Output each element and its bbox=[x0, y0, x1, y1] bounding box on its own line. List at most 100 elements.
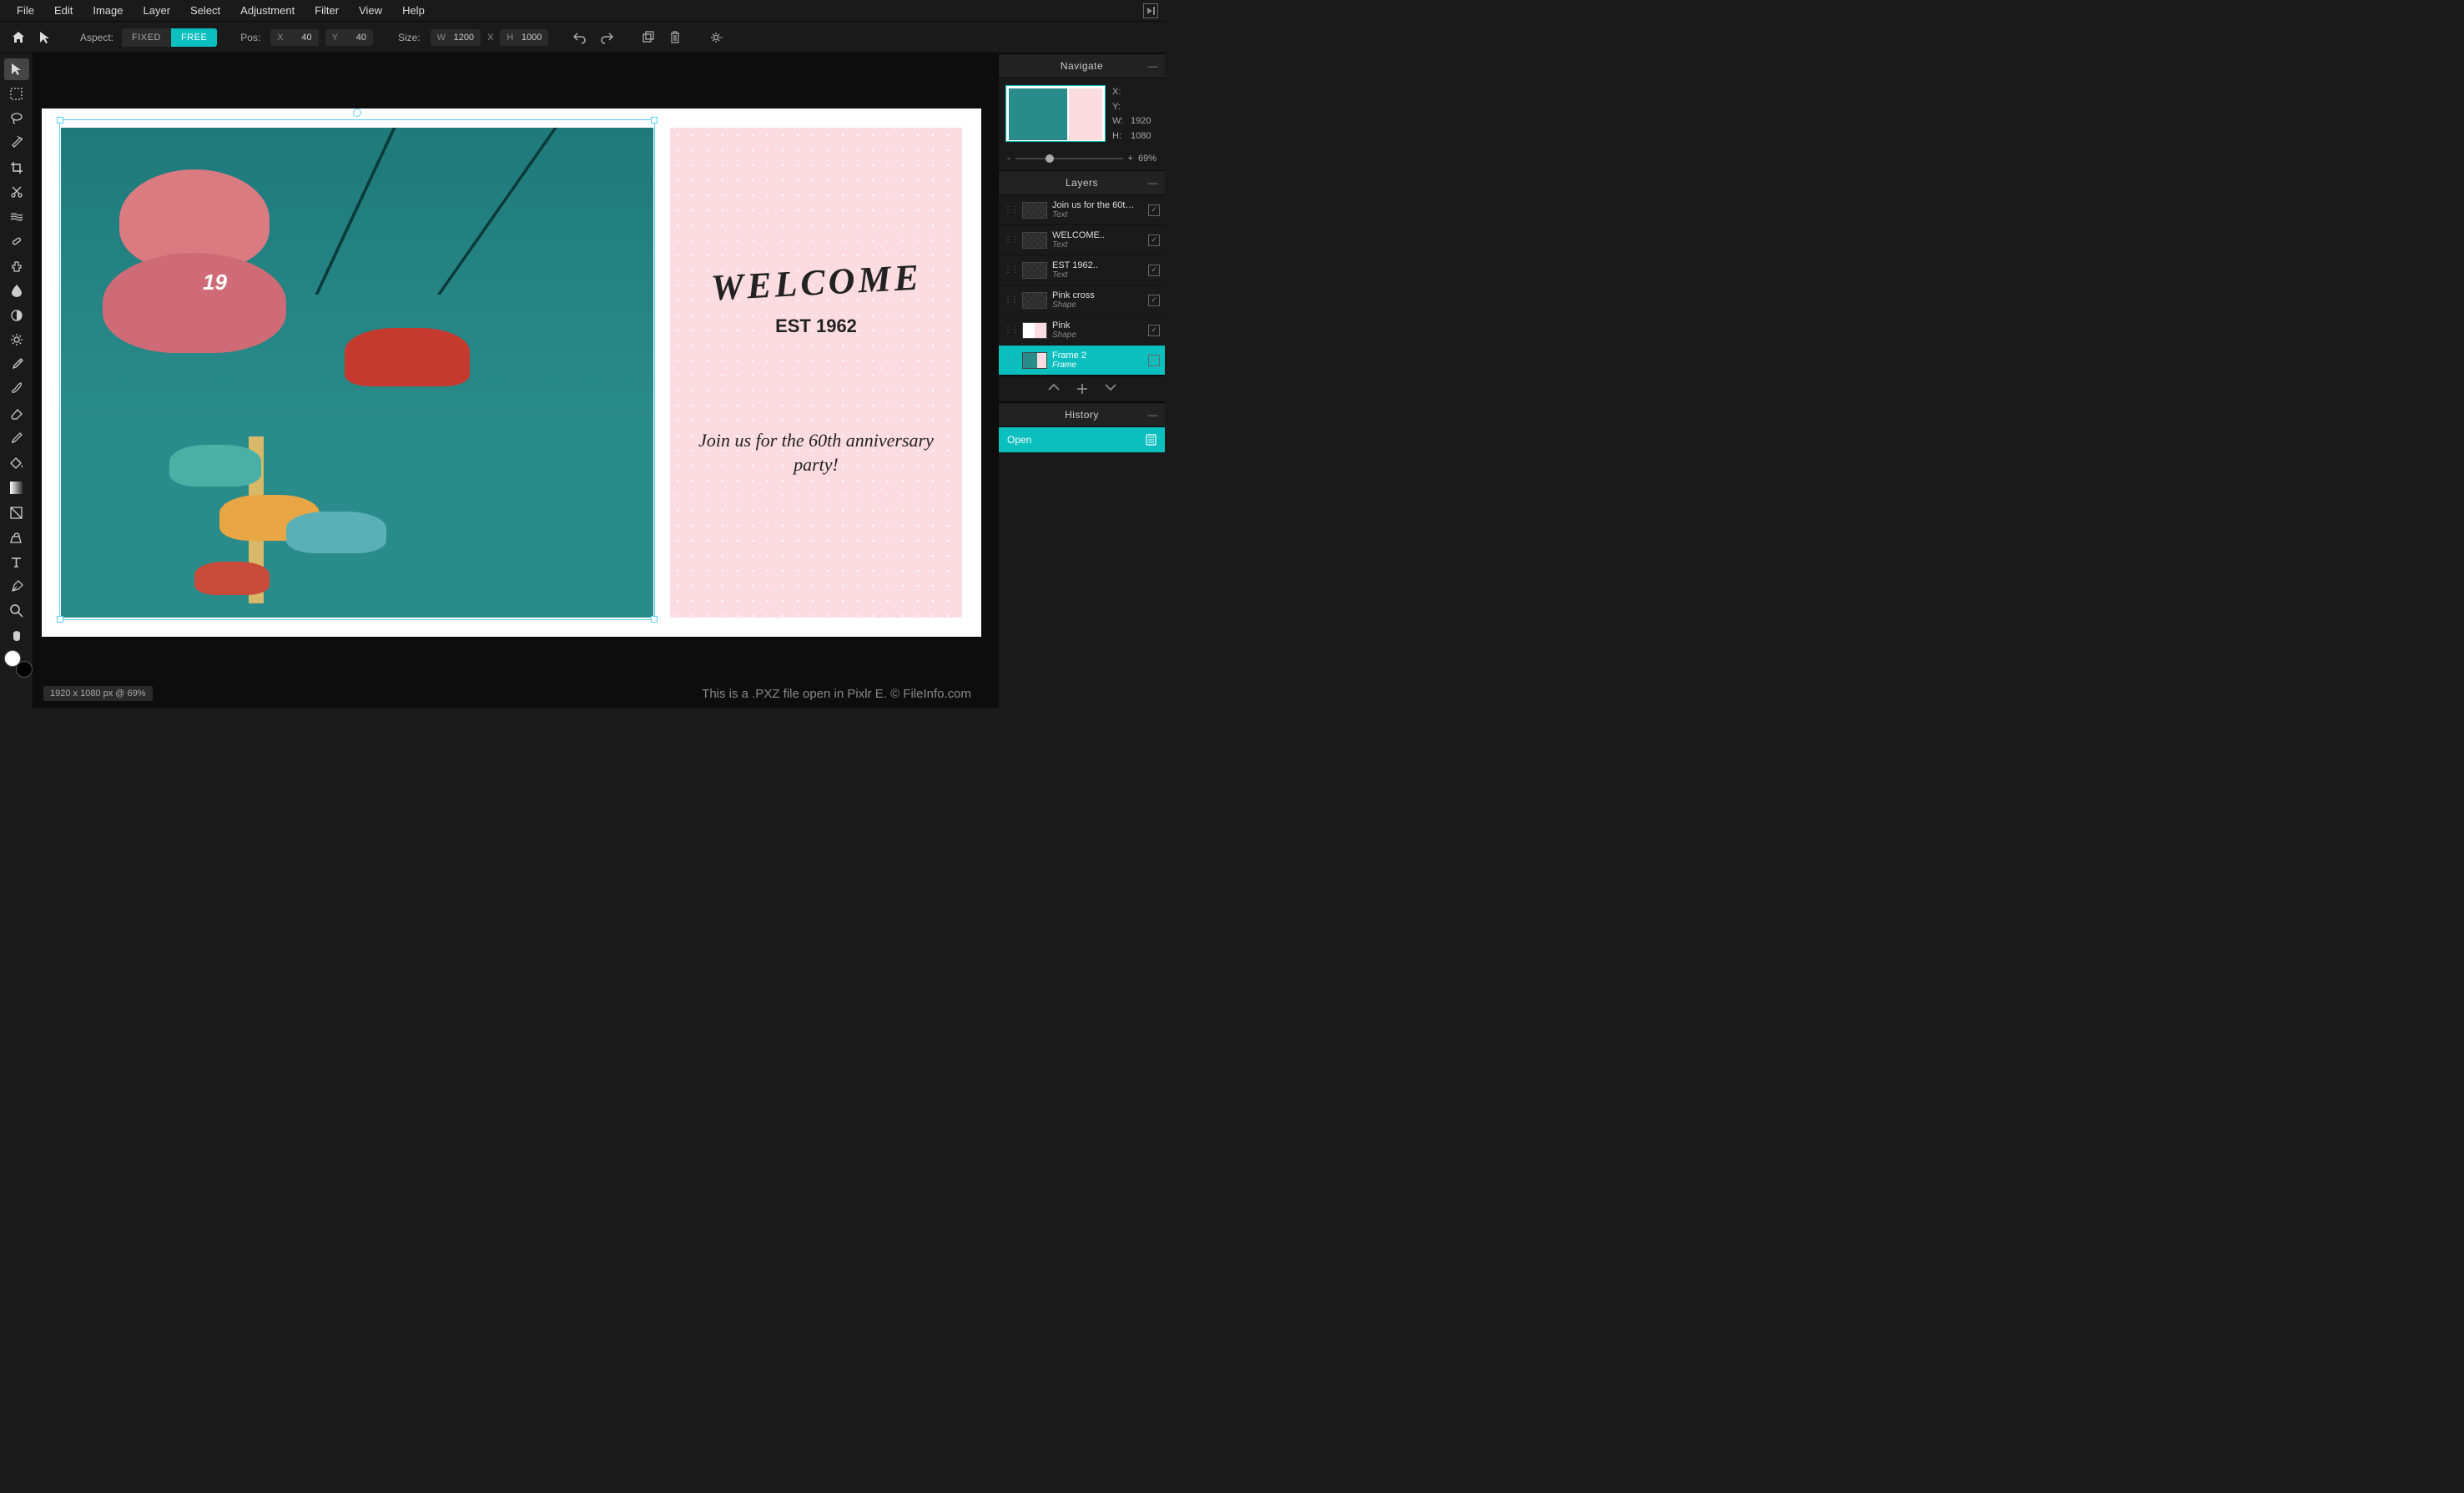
layer-name[interactable]: WELCOME.. bbox=[1052, 230, 1143, 240]
menu-view[interactable]: View bbox=[349, 1, 392, 20]
home-icon[interactable] bbox=[7, 26, 30, 49]
zoom-out-button[interactable]: - bbox=[1007, 154, 1010, 164]
layer-item[interactable]: ⋮⋮ WELCOME..Text ✓ bbox=[999, 225, 1165, 255]
gradient-tool[interactable] bbox=[4, 477, 29, 499]
layer-grip-icon[interactable]: ⋮⋮ bbox=[1004, 205, 1017, 214]
zoom-in-button[interactable]: + bbox=[1128, 154, 1133, 164]
navigate-collapse-icon[interactable]: — bbox=[1148, 60, 1159, 72]
layer-item[interactable]: ⋮⋮ Frame 2Frame ✓ bbox=[999, 346, 1165, 376]
eraser-tool[interactable] bbox=[4, 403, 29, 425]
menu-file[interactable]: File bbox=[7, 1, 44, 20]
layer-item[interactable]: ⋮⋮ Pink crossShape ✓ bbox=[999, 285, 1165, 315]
canvas-text-welcome[interactable]: WELCOME bbox=[709, 255, 922, 309]
collapse-right-icon[interactable] bbox=[1143, 3, 1158, 18]
rotate-handle[interactable] bbox=[353, 108, 361, 117]
pen-tool[interactable] bbox=[4, 576, 29, 598]
cut-tool[interactable] bbox=[4, 182, 29, 204]
layer-name[interactable]: Pink cross bbox=[1052, 290, 1143, 300]
hand-tool[interactable] bbox=[4, 625, 29, 647]
layer-visibility-checkbox[interactable]: ✓ bbox=[1148, 355, 1160, 366]
undo-button[interactable] bbox=[568, 26, 592, 49]
layer-visibility-checkbox[interactable]: ✓ bbox=[1148, 295, 1160, 306]
layer-grip-icon[interactable]: ⋮⋮ bbox=[1004, 356, 1017, 365]
zoom-tool[interactable] bbox=[4, 600, 29, 622]
history-item[interactable]: Open bbox=[999, 427, 1165, 452]
sponge-tool[interactable] bbox=[4, 330, 29, 351]
move-tool-icon[interactable] bbox=[33, 26, 57, 49]
layer-name[interactable]: EST 1962.. bbox=[1052, 260, 1143, 270]
wand-tool[interactable] bbox=[4, 133, 29, 154]
marquee-tool[interactable] bbox=[4, 83, 29, 105]
layer-add-button[interactable] bbox=[1076, 383, 1088, 395]
bucket-tool[interactable] bbox=[4, 527, 29, 548]
menu-filter[interactable]: Filter bbox=[305, 1, 349, 20]
menu-image[interactable]: Image bbox=[83, 1, 133, 20]
blur-tool[interactable] bbox=[4, 280, 29, 302]
fill-tool[interactable] bbox=[4, 452, 29, 474]
navigate-thumbnail[interactable] bbox=[1005, 85, 1106, 142]
pos-y-field[interactable]: Y 40 bbox=[325, 29, 373, 46]
heal-tool[interactable] bbox=[4, 231, 29, 253]
shape-tool[interactable] bbox=[4, 502, 29, 523]
layer-visibility-checkbox[interactable]: ✓ bbox=[1148, 235, 1160, 246]
liquify-tool[interactable] bbox=[4, 206, 29, 228]
layer-thumbnail[interactable] bbox=[1022, 292, 1047, 309]
text-tool[interactable] bbox=[4, 551, 29, 572]
resize-handle-br[interactable] bbox=[651, 616, 658, 623]
navigate-panel-title[interactable]: Navigate — bbox=[999, 53, 1165, 78]
canvas-artboard[interactable]: 19 WELCOME EST 1962 Join us for the 60th… bbox=[42, 108, 981, 637]
delete-button[interactable] bbox=[663, 26, 687, 49]
layers-panel-title[interactable]: Layers — bbox=[999, 170, 1165, 195]
aspect-fixed-button[interactable]: FIXED bbox=[122, 28, 171, 47]
layer-down-button[interactable] bbox=[1105, 383, 1116, 395]
layer-visibility-checkbox[interactable]: ✓ bbox=[1148, 265, 1160, 276]
menu-select[interactable]: Select bbox=[180, 1, 230, 20]
layer-thumbnail[interactable] bbox=[1022, 262, 1047, 279]
redo-button[interactable] bbox=[595, 26, 618, 49]
layer-name[interactable]: Join us for the 60t… bbox=[1052, 200, 1143, 210]
canvas-viewport[interactable]: 19 WELCOME EST 1962 Join us for the 60th… bbox=[33, 53, 998, 708]
layer-thumbnail[interactable] bbox=[1022, 352, 1047, 369]
layer-grip-icon[interactable]: ⋮⋮ bbox=[1004, 325, 1017, 335]
zoom-slider-thumb[interactable] bbox=[1046, 154, 1054, 163]
menu-edit[interactable]: Edit bbox=[44, 1, 83, 20]
menu-help[interactable]: Help bbox=[392, 1, 435, 20]
color-replace-tool[interactable] bbox=[4, 428, 29, 450]
menu-adjustment[interactable]: Adjustment bbox=[230, 1, 305, 20]
zoom-slider[interactable] bbox=[1015, 158, 1123, 159]
layer-grip-icon[interactable]: ⋮⋮ bbox=[1004, 265, 1017, 275]
layer-visibility-checkbox[interactable]: ✓ bbox=[1148, 325, 1160, 336]
canvas-pink-panel[interactable]: WELCOME EST 1962 Join us for the 60th an… bbox=[670, 128, 962, 618]
eyedropper-tool[interactable] bbox=[4, 354, 29, 376]
pos-x-field[interactable]: X 40 bbox=[270, 29, 318, 46]
layer-up-button[interactable] bbox=[1048, 383, 1060, 395]
settings-button[interactable] bbox=[705, 26, 728, 49]
canvas-text-est[interactable]: EST 1962 bbox=[775, 315, 857, 337]
size-w-field[interactable]: W 1200 bbox=[431, 29, 481, 46]
layer-item[interactable]: ⋮⋮ EST 1962..Text ✓ bbox=[999, 255, 1165, 285]
layer-thumbnail[interactable] bbox=[1022, 322, 1047, 339]
resize-handle-tr[interactable] bbox=[651, 117, 658, 124]
history-collapse-icon[interactable]: — bbox=[1148, 409, 1159, 421]
layer-item[interactable]: ⋮⋮ PinkShape ✓ bbox=[999, 315, 1165, 346]
aspect-free-button[interactable]: FREE bbox=[171, 28, 217, 47]
layer-name[interactable]: Frame 2 bbox=[1052, 351, 1143, 361]
layer-thumbnail[interactable] bbox=[1022, 202, 1047, 219]
resize-handle-tl[interactable] bbox=[57, 117, 63, 124]
clone-stamp-tool[interactable] bbox=[4, 255, 29, 277]
layer-item[interactable]: ⋮⋮ Join us for the 60t…Text ✓ bbox=[999, 195, 1165, 225]
move-tool[interactable] bbox=[4, 58, 29, 80]
menu-layer[interactable]: Layer bbox=[134, 1, 181, 20]
selection-outline[interactable] bbox=[59, 119, 655, 620]
layer-name[interactable]: Pink bbox=[1052, 320, 1143, 330]
crop-tool[interactable] bbox=[4, 157, 29, 179]
layers-collapse-icon[interactable]: — bbox=[1148, 177, 1159, 189]
canvas-text-join[interactable]: Join us for the 60th anniversary party! bbox=[670, 429, 962, 477]
duplicate-button[interactable] bbox=[637, 26, 660, 49]
foreground-color-swatch[interactable] bbox=[4, 650, 21, 667]
dodge-burn-tool[interactable] bbox=[4, 305, 29, 326]
layer-grip-icon[interactable]: ⋮⋮ bbox=[1004, 235, 1017, 245]
size-h-field[interactable]: H 1000 bbox=[500, 29, 548, 46]
lasso-tool[interactable] bbox=[4, 108, 29, 129]
layer-visibility-checkbox[interactable]: ✓ bbox=[1148, 204, 1160, 216]
